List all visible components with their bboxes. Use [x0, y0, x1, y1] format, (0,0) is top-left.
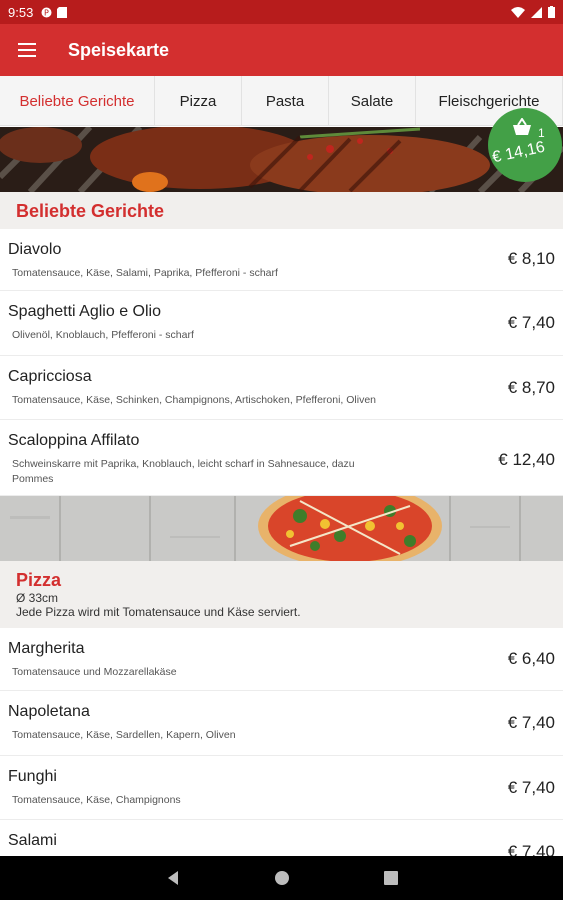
- section-subtitle: Ø 33cm: [16, 591, 59, 605]
- item-name: Capricciosa: [8, 368, 92, 385]
- tab-pizza[interactable]: Pizza: [155, 76, 242, 125]
- item-name: Funghi: [8, 768, 57, 785]
- section-header-pizza: Pizza Ø 33cm Jede Pizza wird mit Tomaten…: [0, 561, 563, 628]
- section-note: Jede Pizza wird mit Tomatensauce und Käs…: [16, 605, 301, 619]
- item-name: Scaloppina Affilato: [8, 432, 140, 449]
- item-price: € 6,40: [507, 649, 555, 668]
- home-icon[interactable]: [274, 870, 290, 886]
- item-description: Tomatensauce, Käse, Schinken, Champignon…: [12, 394, 377, 406]
- section-header-beliebte-gerichte: Beliebte Gerichte: [0, 192, 563, 229]
- menu-item-napoletana[interactable]: Napoletana Tomatensauce, Käse, Sardellen…: [0, 691, 563, 756]
- menu-item-salami[interactable]: Salami € 7,40: [0, 820, 563, 856]
- back-icon[interactable]: [166, 870, 180, 886]
- item-description: Olivenöl, Knoblauch, Pfefferoni - scharf: [12, 329, 194, 341]
- battery-icon: [548, 6, 555, 18]
- system-navigation-bar: [0, 856, 563, 900]
- tab-salate[interactable]: Salate: [329, 76, 416, 125]
- tab-beliebte-gerichte[interactable]: Beliebte Gerichte: [0, 76, 155, 125]
- menu-item-spaghetti-aglio-e-olio[interactable]: Spaghetti Aglio e Olio Olivenöl, Knoblau…: [0, 291, 563, 356]
- app-bar: Speisekarte: [0, 24, 563, 76]
- section-title: Beliebte Gerichte: [16, 201, 165, 221]
- item-description: Tomatensauce, Käse, Champignons: [12, 794, 181, 806]
- hamburger-menu-icon: [18, 43, 36, 57]
- item-name: Salami: [8, 832, 57, 849]
- pizza-banner-image: [0, 496, 563, 561]
- menu-item-margherita[interactable]: Margherita Tomatensauce und Mozzarellakä…: [0, 628, 563, 691]
- app-notification-icon: P: [41, 7, 52, 17]
- item-price: € 7,40: [507, 778, 555, 797]
- item-description: Tomatensauce und Mozzarellakäse: [12, 666, 177, 678]
- item-price: € 8,70: [507, 378, 555, 397]
- recents-icon[interactable]: [383, 871, 398, 885]
- sd-card-icon: [57, 6, 68, 18]
- status-time: 9:53: [8, 4, 34, 20]
- wifi-icon: [511, 6, 525, 18]
- menu-button[interactable]: [0, 24, 54, 76]
- item-description: Tomatensauce, Käse, Salami, Paprika, Pfe…: [12, 267, 278, 279]
- cart-total: € 14,16: [490, 138, 547, 167]
- status-bar: 9:53 P: [0, 0, 563, 24]
- item-description: Tomatensauce, Käse, Sardellen, Kapern, O…: [12, 729, 236, 741]
- grill-banner-image: [0, 127, 563, 192]
- menu-item-capricciosa[interactable]: Capricciosa Tomatensauce, Käse, Schinken…: [0, 356, 563, 420]
- shopping-basket-icon: [513, 118, 531, 135]
- menu-item-funghi[interactable]: Funghi Tomatensauce, Käse, Champignons €…: [0, 756, 563, 820]
- section-title: Pizza: [16, 570, 62, 590]
- item-name: Diavolo: [8, 241, 62, 258]
- category-tabs: Beliebte Gerichte Pizza Pasta Salate Fle…: [0, 76, 563, 126]
- cart-button[interactable]: 1 € 14,16: [488, 108, 562, 182]
- menu-item-diavolo[interactable]: Diavolo Tomatensauce, Käse, Salami, Papr…: [0, 229, 563, 291]
- signal-icon: [531, 6, 542, 18]
- svg-text:P: P: [44, 8, 49, 17]
- item-price: € 7,40: [507, 713, 555, 732]
- item-name: Napoletana: [8, 703, 90, 720]
- tab-pasta[interactable]: Pasta: [242, 76, 329, 125]
- item-description: Schweinskarre mit Paprika, Knoblauch, le…: [12, 458, 355, 485]
- item-price: € 7,40: [507, 313, 555, 332]
- system-icons: [511, 6, 555, 18]
- item-price: € 12,40: [498, 450, 555, 469]
- item-price: € 7,40: [507, 842, 555, 856]
- item-price: € 8,10: [507, 249, 555, 268]
- notification-icons: P: [41, 6, 68, 18]
- page-title: Speisekarte: [68, 39, 170, 60]
- item-name: Spaghetti Aglio e Olio: [8, 303, 161, 320]
- menu-item-scaloppina-affilato[interactable]: Scaloppina Affilato Schweinskarre mit Pa…: [0, 420, 563, 496]
- item-name: Margherita: [8, 640, 85, 657]
